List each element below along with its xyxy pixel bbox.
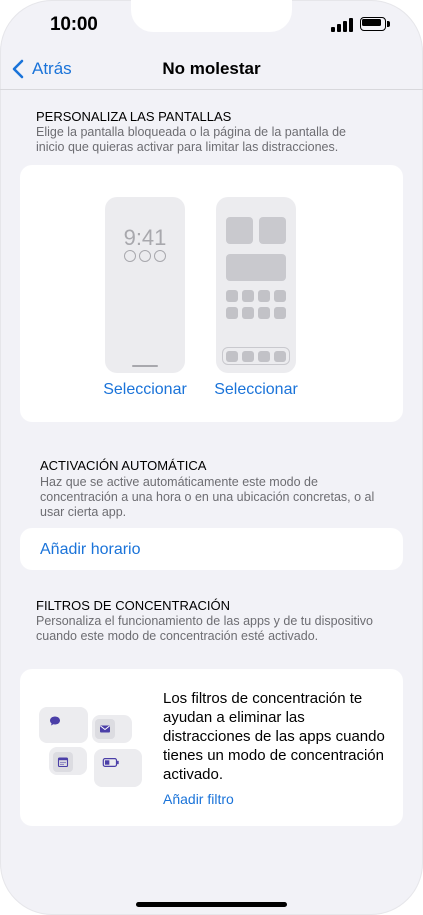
filters-card: Los filtros de concentración te ayudan a… — [20, 669, 403, 826]
app-icon — [242, 290, 254, 302]
home-preview-dock — [222, 347, 290, 365]
filters-section-header: FILTROS DE CONCENTRACIÓN — [36, 598, 231, 613]
screens-card: 9:41 Seleccionar Seleccionar — [20, 165, 403, 422]
lock-preview-widgets — [124, 250, 166, 262]
home-indicator[interactable] — [136, 902, 287, 907]
widget-small — [226, 217, 253, 244]
phone-screen: 10:00 Atrás No molestar PERSONALIZA LAS … — [0, 0, 423, 915]
add-filter-button[interactable]: Añadir filtro — [163, 791, 234, 807]
navigation-bar: Atrás No molestar — [0, 48, 423, 90]
select-home-screen-button[interactable]: Seleccionar — [206, 381, 306, 399]
notch — [131, 0, 292, 32]
calendar-icon — [53, 752, 73, 772]
auto-section-header: ACTIVACIÓN AUTOMÁTICA — [40, 458, 207, 473]
signal-icon — [331, 18, 353, 32]
app-icon — [226, 307, 238, 319]
app-icon — [258, 307, 270, 319]
auto-card: Añadir horario — [20, 528, 403, 570]
status-time: 10:00 — [50, 14, 98, 35]
widget-small — [259, 217, 286, 244]
app-icon — [274, 290, 286, 302]
app-icon — [274, 307, 286, 319]
filters-info-text: Los filtros de concentración te ayudan a… — [163, 690, 385, 783]
app-icon — [242, 307, 254, 319]
status-bar: 10:00 — [0, 0, 423, 48]
filters-section-description: Personaliza el funcionamiento de las app… — [36, 614, 374, 643]
home-screen-preview[interactable] — [216, 197, 296, 373]
auto-section-description: Haz que se active automáticamente este m… — [40, 475, 375, 519]
add-schedule-button[interactable]: Añadir horario — [40, 541, 141, 559]
page-title: No molestar — [162, 59, 261, 78]
screens-section-description: Elige la pantalla bloqueada o la página … — [36, 125, 346, 154]
select-lock-screen-button[interactable]: Seleccionar — [95, 381, 195, 399]
widget-wide — [226, 254, 286, 281]
message-bubble-icon — [45, 711, 65, 731]
app-icon — [226, 290, 238, 302]
battery-icon — [360, 17, 390, 31]
lock-preview-home-indicator — [132, 365, 158, 367]
lock-preview-time: 9:41 — [123, 225, 167, 250]
screens-section-header: PERSONALIZA LAS PANTALLAS — [36, 109, 232, 124]
app-icon — [258, 290, 270, 302]
mail-icon — [95, 719, 115, 739]
lock-screen-preview[interactable]: 9:41 — [105, 197, 185, 373]
battery-mini-icon — [99, 752, 123, 772]
